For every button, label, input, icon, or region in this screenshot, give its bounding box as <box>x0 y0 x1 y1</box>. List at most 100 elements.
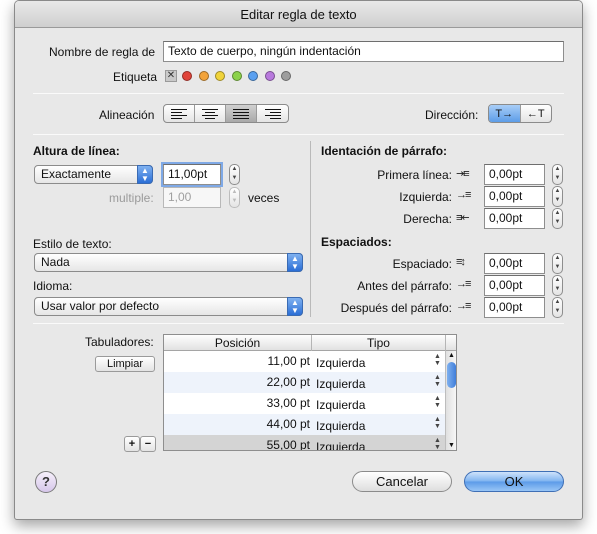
line-height-field[interactable]: 11,00pt <box>163 164 221 185</box>
separator <box>33 134 564 135</box>
tag-color-dot[interactable] <box>248 71 258 81</box>
line-height-stepper[interactable]: ▲ ▼ <box>229 164 240 185</box>
spacing-field[interactable]: 0,00pt <box>484 253 545 274</box>
tab-type-popup-arrows-icon[interactable]: ▲ ▼ <box>434 395 441 409</box>
tag-color-dot[interactable] <box>215 71 225 81</box>
indent-icon: →≡ <box>456 189 471 201</box>
ok-button[interactable]: OK <box>464 471 564 492</box>
line-height-mode-popup[interactable]: Exactamente ▲ ▼ <box>34 165 153 184</box>
clear-tag-icon[interactable]: ✕ <box>165 70 177 82</box>
table-row[interactable]: 44,00 pt Izquierda ▲ ▼ <box>164 414 446 435</box>
tag-color-dot[interactable] <box>264 71 275 81</box>
tabs-table[interactable]: Posición Tipo 11,00 pt Izquierda ▲ ▼ 22,00 p… <box>163 334 457 451</box>
align-right-icon <box>264 107 281 121</box>
cancel-button[interactable]: Cancelar <box>352 471 452 492</box>
indentation-heading: Identación de párrafo: <box>321 144 448 158</box>
spacing-icon: →≡ <box>456 300 471 312</box>
spacing-label: Espaciado: <box>392 257 452 271</box>
align-left-button[interactable] <box>164 105 195 122</box>
tab-type-popup-arrows-icon[interactable]: ▲ ▼ <box>434 353 441 367</box>
multiple-field[interactable]: 1,00 <box>163 187 221 208</box>
align-center-button[interactable] <box>195 105 226 122</box>
tab-type-cell[interactable]: Izquierda <box>316 398 365 412</box>
column-divider <box>310 141 311 317</box>
direccion-label: Dirección: <box>425 108 479 122</box>
tab-type-popup-arrows-icon[interactable]: ▲ ▼ <box>434 416 441 430</box>
tab-type-popup-arrows-icon[interactable]: ▲ ▼ <box>434 374 441 388</box>
column-header-tipo[interactable]: Tipo <box>312 335 446 351</box>
spacing-label: Después del párrafo: <box>340 301 452 315</box>
rule-name-field[interactable]: Texto de cuerpo, ningún indentación <box>163 41 564 62</box>
separator <box>33 93 564 94</box>
language-value: Usar valor por defecto <box>41 299 160 313</box>
tab-type-cell[interactable]: Izquierda <box>316 419 365 433</box>
tab-type-cell[interactable]: Izquierda <box>316 377 365 391</box>
add-tab-button[interactable]: + <box>124 436 140 452</box>
spacing-stepper[interactable]: ▲ ▼ <box>552 275 563 296</box>
rtl-direction-button[interactable]: ←T <box>521 105 552 122</box>
spacing-icon: ≡↕ <box>456 256 466 268</box>
ltr-direction-button[interactable]: T→ <box>489 105 521 122</box>
tab-position-cell: 11,00 pt <box>267 354 310 368</box>
indent-stepper[interactable]: ▲ ▼ <box>552 164 563 185</box>
scroll-thumb[interactable] <box>447 362 456 388</box>
spacing-field[interactable]: 0,00pt <box>484 297 545 318</box>
align-justify-icon <box>233 107 249 121</box>
align-right-button[interactable] <box>257 105 288 122</box>
text-style-label: Estilo de texto: <box>33 237 112 251</box>
tab-type-cell[interactable]: Izquierda <box>316 356 365 370</box>
spacing-stepper[interactable]: ▲ ▼ <box>552 253 563 274</box>
indent-field[interactable]: 0,00pt <box>484 208 545 229</box>
spacing-field[interactable]: 0,00pt <box>484 275 545 296</box>
tab-type-popup-arrows-icon[interactable]: ▲ ▼ <box>434 437 441 450</box>
tag-color-dot[interactable] <box>182 71 192 81</box>
tabs-table-header: Posición Tipo <box>164 335 456 351</box>
alineacion-label: Alineación <box>99 108 155 122</box>
indent-field[interactable]: 0,00pt <box>484 164 545 185</box>
text-style-popup[interactable]: Nada ▲ ▼ <box>34 253 303 272</box>
remove-tab-button[interactable]: − <box>140 436 156 452</box>
align-left-icon <box>171 107 187 121</box>
table-row[interactable]: 11,00 pt Izquierda ▲ ▼ <box>164 351 446 372</box>
multiple-label: multiple: <box>109 191 154 205</box>
spacing-heading: Espaciados: <box>321 235 392 249</box>
table-scrollbar[interactable]: ▲ ▼ <box>445 351 456 450</box>
table-row[interactable]: 33,00 pt Izquierda ▲ ▼ <box>164 393 446 414</box>
tag-color-dot[interactable] <box>231 71 242 81</box>
window-title: Editar regla de texto <box>15 1 582 28</box>
tab-position-cell: 55,00 pt <box>266 438 310 451</box>
language-popup[interactable]: Usar valor por defecto ▲ ▼ <box>34 297 303 316</box>
tag-color-dot[interactable] <box>281 71 291 81</box>
tabs-label: Tabuladores: <box>85 335 154 349</box>
direction-segmented-control[interactable]: T→ ←T <box>488 104 552 123</box>
popup-arrows-icon: ▲ ▼ <box>287 253 303 272</box>
language-label: Idioma: <box>33 279 73 293</box>
indent-field[interactable]: 0,00pt <box>484 186 545 207</box>
indent-stepper[interactable]: ▲ ▼ <box>552 208 563 229</box>
spacing-stepper[interactable]: ▲ ▼ <box>552 297 563 318</box>
alignment-segmented-control[interactable] <box>163 104 289 123</box>
veces-label: veces <box>248 191 280 205</box>
tag-color-dot[interactable] <box>198 71 209 81</box>
help-button[interactable]: ? <box>35 471 57 493</box>
tab-type-cell[interactable]: Izquierda <box>316 440 365 450</box>
table-row[interactable]: 55,00 pt Izquierda ▲ ▼ <box>164 435 446 451</box>
multiple-stepper[interactable]: ▲ ▼ <box>229 187 240 208</box>
separator <box>33 323 564 324</box>
indent-stepper[interactable]: ▲ ▼ <box>552 186 563 207</box>
line-height-heading: Altura de línea: <box>33 144 120 158</box>
indent-label: Izquierda: <box>399 190 452 204</box>
align-justify-button[interactable] <box>226 105 257 122</box>
column-header-posicion[interactable]: Posición <box>164 335 312 351</box>
name-label: Nombre de regla de <box>49 45 156 59</box>
etiqueta-label: Etiqueta <box>113 70 158 84</box>
scroll-down-arrow-icon[interactable]: ▼ <box>448 442 455 449</box>
tab-position-cell: 44,00 pt <box>266 417 310 431</box>
align-center-icon <box>202 107 218 121</box>
limpiar-button[interactable]: Limpiar <box>95 356 155 372</box>
spacing-icon: →≡ <box>456 278 471 290</box>
table-row[interactable]: 22,00 pt Izquierda ▲ ▼ <box>164 372 446 393</box>
indent-label: Primera línea: <box>377 168 452 182</box>
scroll-up-arrow-icon[interactable]: ▲ <box>448 352 455 359</box>
dialog-window: Editar regla de texto Nombre de regla de… <box>14 0 583 520</box>
